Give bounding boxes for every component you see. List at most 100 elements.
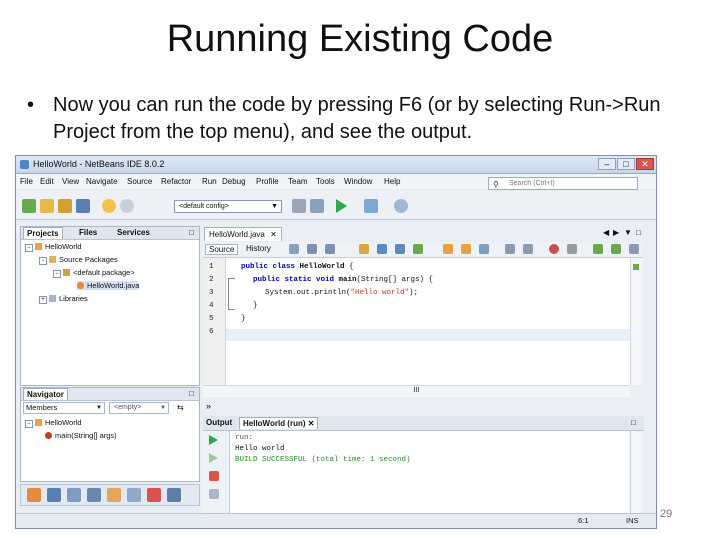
tree-item-helloworld[interactable]: − HelloWorld	[25, 242, 82, 252]
stop-icon[interactable]	[209, 471, 219, 481]
tool-icon-4[interactable]	[87, 488, 101, 502]
menu-help[interactable]: Help	[384, 177, 400, 186]
output-settings-icon[interactable]	[209, 489, 219, 499]
tab-projects[interactable]: Projects	[23, 227, 63, 239]
menu-profile[interactable]: Profile	[256, 177, 279, 186]
output-console[interactable]: run: Hello world BUILD SUCCESSFUL (total…	[230, 431, 629, 515]
bookmark-previous-icon[interactable]	[443, 244, 453, 254]
find-next-icon[interactable]	[395, 244, 405, 254]
close-button[interactable]: ✕	[636, 158, 654, 170]
toggle-highlight-icon[interactable]	[413, 244, 423, 254]
bookmark-next-icon[interactable]	[461, 244, 471, 254]
save-all-icon[interactable]	[76, 199, 90, 213]
tree-item-default-package[interactable]: − <default package>	[53, 268, 135, 278]
menu-debug[interactable]: Debug	[222, 177, 246, 186]
tab-services[interactable]: Services	[117, 228, 150, 237]
tree-item-libraries[interactable]: + Libraries	[39, 294, 88, 304]
menu-source[interactable]: Source	[127, 177, 152, 186]
find-previous-icon[interactable]	[377, 244, 387, 254]
toggle-bookmark-icon[interactable]	[479, 244, 489, 254]
line-number: 3	[209, 289, 214, 297]
maximize-editor-icon[interactable]: □	[636, 228, 641, 237]
undo-icon[interactable]	[102, 199, 116, 213]
menu-run[interactable]: Run	[202, 177, 217, 186]
search-placeholder: Search (Ctrl+I)	[509, 180, 555, 187]
menu-window[interactable]: Window	[344, 177, 372, 186]
menu-tools[interactable]: Tools	[316, 177, 335, 186]
menu-file[interactable]: File	[20, 177, 33, 186]
rerun-with-options-icon[interactable]	[209, 453, 218, 463]
navigator-tabs: Navigator □	[21, 388, 199, 401]
chevron-down-icon: ▼	[96, 405, 102, 411]
run-project-icon[interactable]	[336, 199, 347, 213]
tab-files[interactable]: Files	[79, 228, 97, 237]
close-tab-icon[interactable]: ✕	[270, 230, 277, 239]
stop-macro-icon[interactable]	[567, 244, 577, 254]
tool-icon-6[interactable]	[127, 488, 141, 502]
filter-select[interactable]: <empty> ▼	[109, 402, 169, 414]
tool-icon-1[interactable]	[27, 488, 41, 502]
config-select[interactable]: <default config> ▼	[174, 200, 282, 213]
editor-vertical-scrollbar[interactable]	[630, 258, 643, 385]
tool-icon-8[interactable]	[167, 488, 181, 502]
tab-list-icon[interactable]: ▼	[624, 228, 632, 237]
forward-icon[interactable]	[325, 244, 335, 254]
new-project-icon[interactable]	[40, 199, 54, 213]
find-icon[interactable]	[359, 244, 369, 254]
members-select[interactable]: Members ▼	[23, 402, 105, 414]
new-file-icon[interactable]	[22, 199, 36, 213]
debug-project-icon[interactable]	[364, 199, 378, 213]
maximize-output-icon[interactable]: □	[631, 418, 636, 427]
tab-output[interactable]: Output	[206, 418, 232, 427]
build-icon[interactable]	[292, 199, 306, 213]
tab-navigator[interactable]: Navigator	[23, 388, 68, 400]
menu-team[interactable]: Team	[288, 177, 308, 186]
search-input[interactable]: ⚲ Search (Ctrl+I)	[488, 177, 638, 190]
scroll-left-icon[interactable]: ◀	[603, 228, 609, 237]
tab-run-output[interactable]: HelloWorld (run) ✕	[239, 417, 319, 429]
editor-options-icon[interactable]	[629, 244, 639, 254]
menu-navigate[interactable]: Navigate	[86, 177, 118, 186]
editor-tab-helloworld[interactable]: HelloWorld.java ✕	[204, 227, 282, 241]
search-icon: ⚲	[493, 180, 499, 189]
tree-item-source-packages[interactable]: − Source Packages	[39, 255, 118, 265]
uncomment-icon[interactable]	[611, 244, 621, 254]
redo-icon[interactable]	[120, 199, 134, 213]
minimize-panel-icon[interactable]: □	[189, 228, 194, 237]
comment-icon[interactable]	[593, 244, 603, 254]
menu-view[interactable]: View	[62, 177, 79, 186]
tool-icon-3[interactable]	[67, 488, 81, 502]
code-editor[interactable]: 1 2 3 4 5 6 public class HelloWorld { pu…	[203, 258, 630, 385]
open-project-icon[interactable]	[58, 199, 72, 213]
clean-build-icon[interactable]	[310, 199, 324, 213]
tool-icon-5[interactable]	[107, 488, 121, 502]
output-line-run: run:	[235, 434, 254, 442]
last-edit-icon[interactable]	[289, 244, 299, 254]
subtab-history[interactable]: History	[243, 244, 274, 253]
rerun-icon[interactable]	[209, 435, 218, 445]
shift-right-icon[interactable]	[523, 244, 533, 254]
line-number: 2	[209, 276, 214, 284]
editor-horizontal-scrollbar[interactable]: III	[203, 385, 630, 397]
nav-item-helloworld[interactable]: − HelloWorld	[25, 418, 82, 428]
output-vertical-scrollbar[interactable]	[630, 431, 643, 515]
tool-icon-2[interactable]	[47, 488, 61, 502]
subtab-source[interactable]: Source	[205, 244, 239, 255]
back-icon[interactable]	[307, 244, 317, 254]
menu-refactor[interactable]: Refactor	[161, 177, 191, 186]
chevron-right-icon[interactable]: »	[206, 401, 211, 411]
navigator-options-icon[interactable]: ⇆	[177, 403, 184, 412]
minimize-button[interactable]: –	[598, 158, 616, 170]
tree-item-helloworld-java[interactable]: HelloWorld.java	[77, 281, 140, 290]
code-fold-icon[interactable]	[228, 278, 235, 310]
maximize-button[interactable]: □	[617, 158, 635, 170]
scroll-right-icon[interactable]: ▶	[613, 228, 619, 237]
menu-edit[interactable]: Edit	[40, 177, 54, 186]
start-macro-icon[interactable]	[549, 244, 559, 254]
minimize-navigator-icon[interactable]: □	[189, 389, 194, 398]
title-bar[interactable]: HelloWorld - NetBeans IDE 8.0.2 – □ ✕	[16, 156, 656, 174]
nav-item-main[interactable]: main(String[] args)	[45, 431, 117, 440]
shift-left-icon[interactable]	[505, 244, 515, 254]
tool-icon-7[interactable]	[147, 488, 161, 502]
profile-project-icon[interactable]	[394, 199, 408, 213]
